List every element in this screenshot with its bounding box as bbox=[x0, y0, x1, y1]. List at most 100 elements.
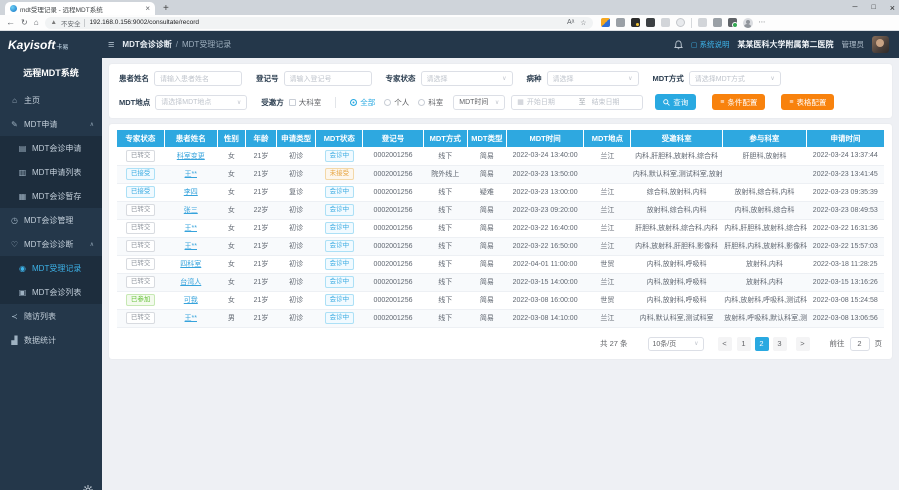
goto-page-input[interactable]: 2 bbox=[850, 337, 870, 351]
field-invitee: 受邀方 大科室 bbox=[261, 97, 321, 108]
extension-icon[interactable] bbox=[661, 18, 670, 27]
sidebar-item[interactable]: ◷MDT会诊管理 bbox=[0, 208, 102, 232]
page-button-2[interactable]: 2 bbox=[755, 337, 769, 351]
sidebar-item[interactable]: ▦MDT会诊暂存 bbox=[0, 184, 102, 208]
cell-name: 王** bbox=[164, 309, 217, 327]
favorite-star-icon[interactable]: ☆ bbox=[580, 19, 586, 27]
browser-profile-avatar[interactable] bbox=[743, 18, 753, 28]
extension-icon[interactable] bbox=[616, 18, 625, 27]
patient-name-link[interactable]: 可我 bbox=[184, 297, 198, 304]
field-label: 受邀方 bbox=[261, 97, 284, 108]
chevron-down-icon: ∨ bbox=[237, 99, 241, 106]
sidebar-item[interactable]: ≺随访列表 bbox=[0, 304, 102, 328]
more-menu-icon[interactable]: ⋯ bbox=[759, 19, 766, 26]
app-header: Kayisoft 卡易 ≡ MDT会诊诊断 / MDT受理记录 ▢ 系统说明 某… bbox=[0, 31, 899, 58]
extension-icon[interactable] bbox=[728, 18, 737, 27]
window-minimize-button[interactable]: ─ bbox=[853, 4, 858, 11]
big-dept-checkbox[interactable]: 大科室 bbox=[289, 97, 322, 108]
sidebar-item[interactable]: ♡MDT会诊诊断∧ bbox=[0, 232, 102, 256]
cell-mdt_mode: 线下 bbox=[423, 219, 467, 237]
cell-mdt_place bbox=[584, 165, 631, 183]
cell-mdt_time: 2022-03-22 16:40:00 bbox=[506, 219, 583, 237]
page-size-select[interactable]: 10条/页 ∨ bbox=[648, 337, 704, 351]
reload-icon[interactable]: ↻ bbox=[21, 19, 28, 27]
patient-name-link[interactable]: 王** bbox=[185, 315, 197, 322]
sidebar-item[interactable]: ⌂主页 bbox=[0, 88, 102, 112]
status-badge: 未接受 bbox=[325, 168, 355, 180]
main-content: 患者姓名 请输入患者姓名 登记号 请输入登记号 专家状态 请选择∨ 病种 请选择… bbox=[102, 58, 899, 490]
page-button-3[interactable]: 3 bbox=[773, 337, 787, 351]
sidebar-item-active[interactable]: ◉MDT受理记录 bbox=[0, 256, 102, 280]
sidebar-item[interactable]: ▥MDT申请列表 bbox=[0, 160, 102, 184]
page-button-1[interactable]: 1 bbox=[737, 337, 751, 351]
field-label: 患者姓名 bbox=[119, 73, 149, 84]
patient-name-link[interactable]: 张三 bbox=[184, 207, 198, 214]
back-icon[interactable]: ← bbox=[6, 18, 15, 27]
settings-gear-icon[interactable] bbox=[83, 485, 93, 490]
column-header-gender: 性别 bbox=[217, 130, 245, 147]
cell-invited: 肝胆科,放射科,综合科,内科 bbox=[631, 219, 722, 237]
cell-gender: 女 bbox=[217, 183, 245, 201]
patient-name-link[interactable]: 台湾人 bbox=[180, 279, 201, 286]
radio-all[interactable]: 全部 bbox=[350, 97, 375, 108]
cell-mdt_place: 兰江 bbox=[584, 237, 631, 255]
collections-icon[interactable] bbox=[713, 18, 722, 27]
patient-name-link[interactable]: 王** bbox=[185, 243, 197, 250]
radio-dept[interactable]: 科室 bbox=[418, 97, 443, 108]
reg-no-input[interactable]: 请输入登记号 bbox=[284, 71, 372, 86]
time-field-select[interactable]: MDT时间∨ bbox=[453, 95, 505, 110]
home-icon[interactable]: ⌂ bbox=[34, 19, 39, 27]
extension-icon[interactable] bbox=[646, 18, 655, 27]
mdt-mode-select[interactable]: 请选择MDT方式∨ bbox=[689, 71, 781, 86]
sidebar-item[interactable]: ✎MDT申请∧ bbox=[0, 112, 102, 136]
new-tab-button[interactable]: + bbox=[163, 2, 169, 15]
cell-joined bbox=[722, 165, 806, 183]
security-label: 不安全 bbox=[61, 18, 81, 28]
patient-name-input[interactable]: 请输入患者姓名 bbox=[154, 71, 242, 86]
logo-badge: 卡易 bbox=[56, 42, 68, 51]
breadcrumb-separator: / bbox=[176, 40, 178, 49]
extension-icon[interactable] bbox=[601, 18, 610, 27]
column-header-apply_time: 申请时间 bbox=[807, 130, 884, 147]
search-button[interactable]: 查询 bbox=[655, 94, 696, 110]
table-config-button[interactable]: ≡ 表格配置 bbox=[781, 94, 834, 110]
radio-personal[interactable]: 个人 bbox=[384, 97, 409, 108]
next-page-button[interactable]: > bbox=[796, 337, 810, 351]
field-mdt-mode: MDT方式 请选择MDT方式∨ bbox=[653, 71, 781, 86]
cell-name: 可我 bbox=[164, 291, 217, 309]
column-header-mdt_status: MDT状态 bbox=[316, 130, 363, 147]
patient-name-link[interactable]: 科室变更 bbox=[177, 153, 205, 160]
bell-icon[interactable] bbox=[674, 40, 683, 50]
browser-tab[interactable]: mdt受理记录 - 远程MDT系统 × bbox=[5, 2, 155, 15]
sidebar-item[interactable]: ▟数据统计 bbox=[0, 328, 102, 352]
tab-close-icon[interactable]: × bbox=[145, 5, 150, 13]
user-avatar[interactable] bbox=[872, 36, 889, 53]
date-range-picker[interactable]: ▦ 开始日期 至 结束日期 bbox=[511, 95, 643, 110]
filter-panel: 患者姓名 请输入患者姓名 登记号 请输入登记号 专家状态 请选择∨ 病种 请选择… bbox=[109, 64, 892, 118]
status-badge: 会诊中 bbox=[325, 222, 355, 234]
mdt-place-select[interactable]: 请选择MDT地点∨ bbox=[155, 95, 247, 110]
cell-mdt_type: 简易 bbox=[467, 255, 506, 273]
window-close-button[interactable]: × bbox=[890, 3, 895, 13]
extension-icon[interactable] bbox=[631, 18, 640, 27]
patient-name-link[interactable]: 四科室 bbox=[180, 261, 201, 268]
sidebar-item[interactable]: ▣MDT会诊列表 bbox=[0, 280, 102, 304]
cell-mdt_type: 简易 bbox=[467, 147, 506, 165]
sidebar-item[interactable]: ▤MDT会诊申请 bbox=[0, 136, 102, 160]
read-aloud-icon[interactable]: Aᵃ bbox=[567, 19, 574, 26]
expert-status-select[interactable]: 请选择∨ bbox=[421, 71, 513, 86]
prev-page-button[interactable]: < bbox=[718, 337, 732, 351]
split-screen-icon[interactable] bbox=[698, 18, 707, 27]
cell-invited: 内科,放射科,呼吸科 bbox=[631, 255, 722, 273]
cell-apply_type: 初诊 bbox=[277, 291, 316, 309]
address-bar[interactable]: ▲ 不安全 192.168.0.156:9002/consultate/reco… bbox=[45, 17, 593, 29]
patient-name-link[interactable]: 王** bbox=[185, 171, 197, 178]
menu-collapse-icon[interactable]: ≡ bbox=[108, 39, 114, 51]
system-note-link[interactable]: ▢ 系统说明 bbox=[691, 39, 730, 50]
patient-name-link[interactable]: 李四 bbox=[184, 189, 198, 196]
condition-config-button[interactable]: ≡ 条件配置 bbox=[712, 94, 765, 110]
patient-name-link[interactable]: 王** bbox=[185, 225, 197, 232]
extension-icon[interactable] bbox=[676, 18, 685, 27]
disease-select[interactable]: 请选择∨ bbox=[547, 71, 639, 86]
window-maximize-button[interactable]: □ bbox=[872, 4, 876, 11]
